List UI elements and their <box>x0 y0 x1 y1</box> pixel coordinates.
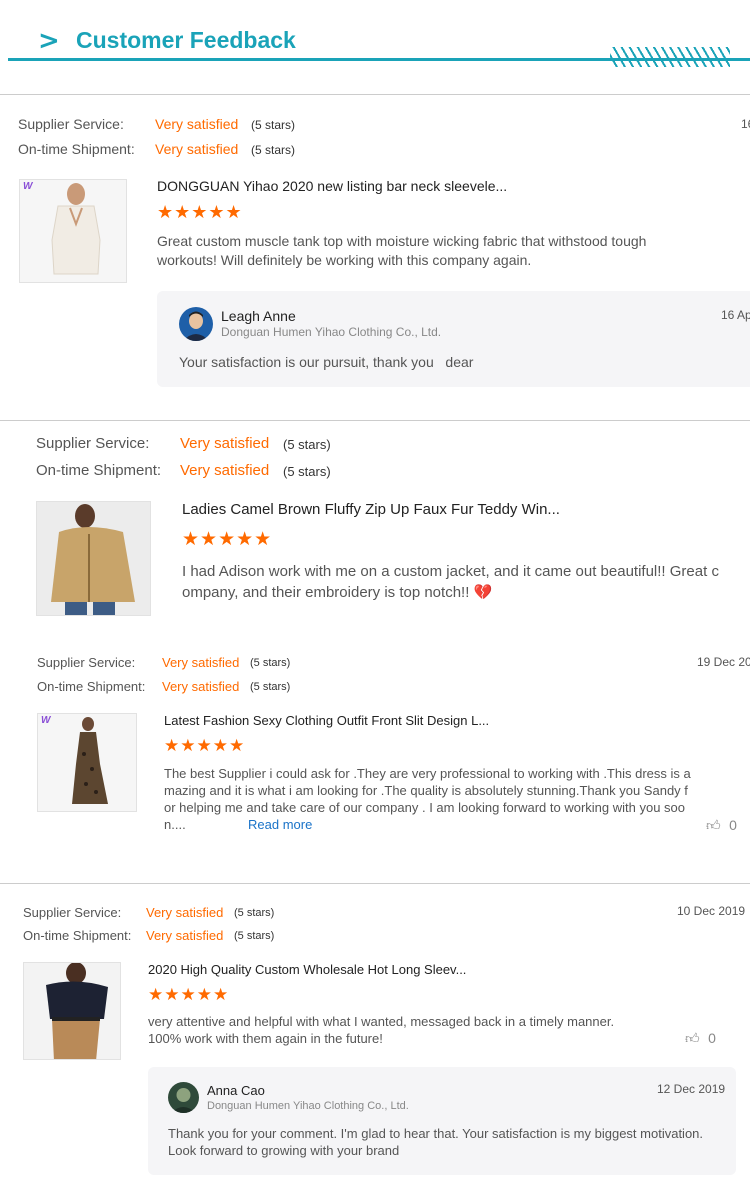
brand-logo-icon: W <box>23 181 33 192</box>
brand-logo-icon: W <box>41 715 51 726</box>
product-title-link[interactable]: 2020 High Quality Custom Wholesale Hot L… <box>148 962 648 977</box>
review-text-line: or helping me and take care of our compa… <box>164 800 685 815</box>
review-text-line: 100% work with them again in the future! <box>148 1031 383 1046</box>
reply-text: Thank you for your comment. I'm glad to … <box>168 1125 728 1159</box>
ontime-shipment-label: On-time Shipment: <box>37 679 146 694</box>
page-title: Customer Feedback <box>76 27 296 53</box>
divider <box>0 883 750 884</box>
supplier-service-value: Very satisfied <box>180 435 270 452</box>
product-title-link[interactable]: DONGGUAN Yihao 2020 new listing bar neck… <box>157 178 657 194</box>
product-thumbnail[interactable] <box>23 962 121 1060</box>
divider <box>0 94 750 95</box>
like-count: 0 <box>708 1030 716 1046</box>
avatar <box>179 307 213 341</box>
review-text: I had Adison work with me on a custom ja… <box>182 563 719 601</box>
review-text: Great custom muscle tank top with moistu… <box>157 233 647 268</box>
read-more-link[interactable]: Read more <box>248 817 312 832</box>
supplier-service-value: Very satisfied <box>146 905 224 920</box>
rating-stars: ★★★★★ <box>164 736 246 756</box>
supplier-service-value: Very satisfied <box>162 655 240 670</box>
ontime-shipment-label: On-time Shipment: <box>18 141 135 157</box>
product-title-link[interactable]: Latest Fashion Sexy Clothing Outfit Fron… <box>164 713 664 728</box>
supplier-service-label: Supplier Service: <box>18 116 124 132</box>
review-date: 19 Dec 201 <box>697 655 750 669</box>
reply-company: Donguan Humen Yihao Clothing Co., Ltd. <box>207 1100 409 1112</box>
supplier-service-stars: (5 stars) <box>251 118 296 132</box>
supplier-service-label: Supplier Service: <box>37 655 136 670</box>
chevron-right-icon: > <box>38 26 60 56</box>
review-text-line: very attentive and helpful with what I w… <box>148 1014 615 1029</box>
rating-stars: ★★★★★ <box>182 528 273 550</box>
review-text-line: mazing and it is what i am looking for .… <box>164 783 688 798</box>
reply-author-name: Anna Cao <box>207 1083 265 1098</box>
supplier-service-label: Supplier Service: <box>36 435 150 452</box>
reply-author-name: Leagh Anne <box>221 308 296 324</box>
product-thumbnail[interactable]: W <box>37 713 137 812</box>
review-text-line: The best Supplier i could ask for .They … <box>164 766 691 781</box>
supplier-service-value: Very satisfied <box>155 116 239 132</box>
ontime-shipment-stars: (5 stars) <box>283 464 331 479</box>
reply-text-line: Thank you for your comment. I'm glad to … <box>168 1126 704 1141</box>
reply-date: 16 Ap <box>721 308 750 322</box>
rating-stars: ★★★★★ <box>148 985 230 1005</box>
like-button[interactable]: 👍︎ 0 <box>706 817 737 834</box>
product-thumbnail[interactable] <box>36 501 151 616</box>
ontime-shipment-value: Very satisfied <box>180 462 270 479</box>
product-thumbnail[interactable]: W <box>19 179 127 283</box>
reply-date: 12 Dec 2019 <box>657 1082 726 1096</box>
ontime-shipment-label: On-time Shipment: <box>23 928 132 943</box>
thumbs-up-icon: 👍︎ <box>685 1031 700 1047</box>
ontime-shipment-stars: (5 stars) <box>234 930 275 942</box>
rating-stars: ★★★★★ <box>157 202 243 223</box>
ontime-shipment-value: Very satisfied <box>162 679 240 694</box>
reply-text-line: Look forward to growing with your brand <box>168 1143 400 1158</box>
supplier-reply <box>157 291 750 387</box>
ontime-shipment-value: Very satisfied <box>155 141 239 157</box>
ontime-shipment-stars: (5 stars) <box>250 681 291 693</box>
ontime-shipment-label: On-time Shipment: <box>36 462 162 479</box>
supplier-service-stars: (5 stars) <box>250 657 291 669</box>
supplier-service-stars: (5 stars) <box>234 907 275 919</box>
supplier-service-stars: (5 stars) <box>283 437 331 452</box>
reply-text: Your satisfaction is our pursuit, thank … <box>179 354 474 370</box>
supplier-service-label: Supplier Service: <box>23 905 122 920</box>
review-date: 10 Dec 2019 <box>677 904 746 918</box>
reply-company: Donguan Humen Yihao Clothing Co., Ltd. <box>221 325 442 339</box>
thumbs-up-icon: 👍︎ <box>706 818 721 834</box>
ontime-shipment-value: Very satisfied <box>146 928 224 943</box>
avatar <box>168 1082 199 1113</box>
like-button[interactable]: 👍︎ 0 <box>685 1030 716 1047</box>
header-hatch-decoration <box>610 47 730 67</box>
divider <box>0 420 750 421</box>
ontime-shipment-stars: (5 stars) <box>251 143 296 157</box>
product-title-link[interactable]: Ladies Camel Brown Fluffy Zip Up Faux Fu… <box>182 501 702 518</box>
like-count: 0 <box>729 817 737 833</box>
review-text: very attentive and helpful with what I w… <box>148 1013 688 1047</box>
review-date: 16 <box>741 117 750 131</box>
